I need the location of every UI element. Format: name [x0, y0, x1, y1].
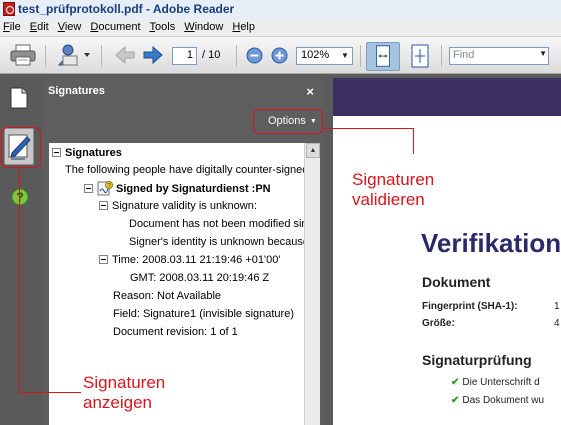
collapse-icon[interactable] — [84, 184, 93, 193]
scroll-up-icon[interactable]: ▲ — [306, 143, 320, 158]
menu-tools[interactable]: Tools — [150, 21, 176, 33]
title-bar: test_prüfprotokoll.pdf - Adobe Reader — [0, 0, 561, 18]
menu-view[interactable]: View — [58, 21, 82, 33]
annotation-line — [413, 128, 414, 154]
annotation-line — [19, 168, 20, 393]
help-icon[interactable]: ? — [11, 188, 29, 206]
printer-icon[interactable] — [10, 44, 36, 66]
tree-scrollbar[interactable]: ▲ — [304, 143, 320, 425]
signature-unknown-icon: ? — [97, 181, 113, 196]
page-total: / 10 — [202, 49, 221, 61]
chevron-down-icon: ▼ — [341, 51, 349, 60]
find-placeholder: Find — [453, 49, 475, 61]
annotation-box-signatures — [1, 127, 41, 168]
tree-signer[interactable]: ? Signed by Signaturdienst :PN — [84, 180, 271, 196]
check-item: ✔ Die Unterschrift d — [451, 377, 540, 388]
collapse-icon[interactable] — [99, 255, 108, 264]
tree-validity[interactable]: Signature validity is unknown: — [99, 199, 257, 214]
pdf-app-icon — [3, 2, 15, 16]
tree-time[interactable]: Time: 2008.03.11 21:19:46 +01'00' — [99, 253, 280, 268]
tree-root[interactable]: Signatures — [52, 146, 122, 161]
size-value: 4 — [554, 318, 560, 329]
annotation-validate: Signaturen validieren — [352, 170, 435, 209]
document-heading: Verifikation — [421, 228, 561, 258]
toolbar-separator — [101, 45, 102, 67]
fingerprint-label: Fingerprint (SHA-1): — [422, 301, 518, 312]
tree-gmt: GMT: 2008.03.11 20:19:46 Z — [130, 272, 270, 284]
collapse-icon[interactable] — [52, 148, 61, 157]
chevron-down-icon: ▼ — [539, 49, 547, 58]
menu-bar: File Edit View Document Tools Window Hel… — [0, 18, 561, 37]
document-header-band — [333, 78, 561, 116]
tree-reason: Reason: Not Available — [113, 290, 222, 302]
checkmark-icon: ✔ — [451, 395, 460, 406]
zoom-out-icon[interactable] — [246, 47, 263, 64]
annotation-line — [19, 392, 81, 393]
annotation-show: Signaturen anzeigen — [83, 373, 166, 412]
toolbar: 1 / 10 102% ▼ Find ▼ — [0, 37, 561, 74]
window-title: test_prüfprotokoll.pdf - Adobe Reader — [18, 2, 235, 16]
tree-not-modified: Document has not been modified since — [129, 218, 304, 230]
menu-document[interactable]: Document — [90, 21, 140, 33]
zoom-in-icon[interactable] — [271, 47, 288, 64]
collapse-icon[interactable] — [99, 201, 108, 210]
zoom-level-value: 102% — [301, 49, 330, 61]
menu-file[interactable]: File — [3, 21, 21, 33]
zoom-level-select[interactable]: 102% ▼ — [296, 47, 353, 65]
annotation-box-options — [253, 109, 323, 134]
fit-page-icon[interactable] — [406, 43, 434, 69]
tree-identity: Signer's identity is unknown because — [129, 236, 304, 248]
checkmark-icon: ✔ — [451, 377, 460, 388]
menu-window[interactable]: Window — [184, 21, 223, 33]
close-icon[interactable]: × — [306, 84, 314, 99]
size-label: Größe: — [422, 318, 455, 329]
next-page-icon[interactable] — [141, 44, 165, 66]
toolbar-separator — [441, 45, 442, 67]
previous-page-icon[interactable] — [113, 44, 137, 66]
collaborate-icon[interactable] — [55, 43, 91, 67]
check-item: ✔ Das Dokument wu — [451, 395, 545, 406]
menu-edit[interactable]: Edit — [30, 21, 49, 33]
tree-revision: Document revision: 1 of 1 — [113, 326, 238, 338]
menu-help[interactable]: Help — [232, 21, 255, 33]
panel-title: Signatures — [48, 85, 105, 97]
tree-intro-text: The following people have digitally coun… — [65, 164, 304, 176]
annotation-line — [323, 128, 414, 129]
document-page: Verifikation Dokument Fingerprint (SHA-1… — [333, 116, 561, 425]
fit-width-icon[interactable] — [366, 42, 400, 71]
svg-text:?: ? — [16, 190, 23, 204]
find-input[interactable]: Find ▼ — [449, 47, 549, 65]
section-dokument: Dokument — [422, 274, 491, 290]
toolbar-separator — [360, 45, 361, 67]
tree-field: Field: Signature1 (invisible signature) — [113, 308, 294, 320]
section-signaturpruefung: Signaturprüfung — [422, 352, 532, 368]
toolbar-separator — [45, 45, 46, 67]
page-number-input[interactable]: 1 — [172, 47, 197, 65]
pages-icon[interactable] — [10, 87, 28, 109]
toolbar-separator — [236, 45, 237, 67]
fingerprint-value: 1 — [554, 301, 560, 312]
